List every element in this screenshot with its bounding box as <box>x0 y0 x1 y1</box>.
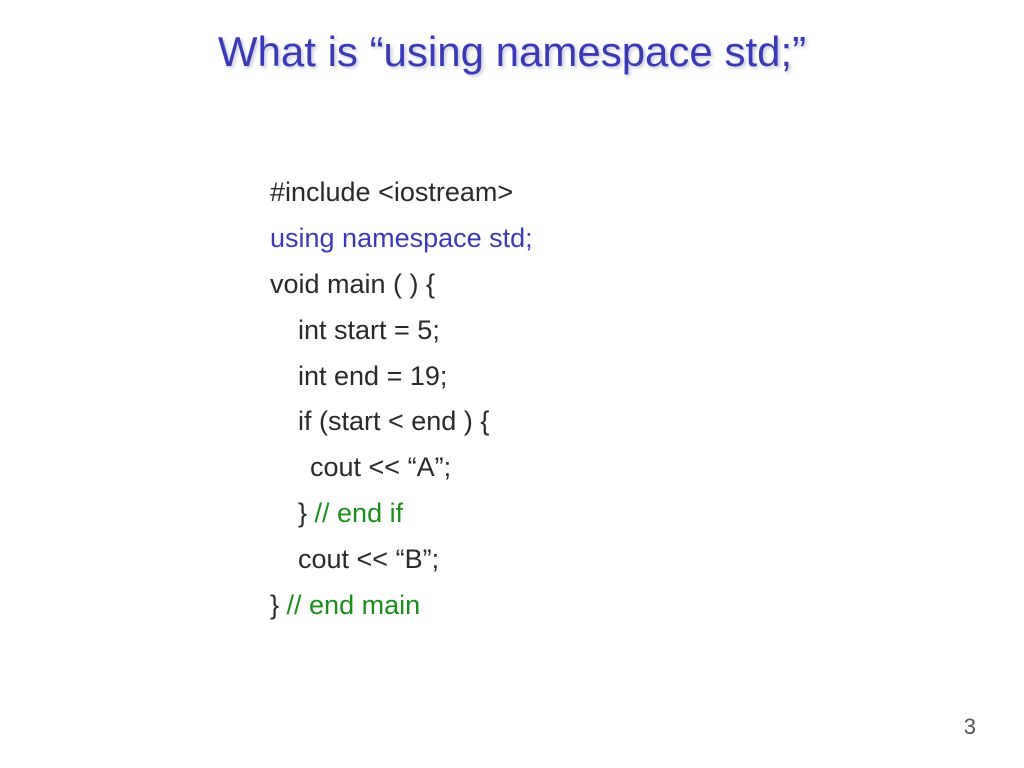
code-line-end-if: } // end if <box>270 491 533 537</box>
code-line-if: if (start < end ) { <box>270 399 533 445</box>
brace-close-main: } <box>270 590 287 620</box>
brace-close: } <box>298 498 315 528</box>
comment-end-if: // end if <box>315 498 404 528</box>
code-block: #include <iostream> using namespace std;… <box>270 170 533 629</box>
code-line-include: #include <iostream> <box>270 170 533 216</box>
code-line-cout-b: cout << “B”; <box>270 537 533 583</box>
page-number: 3 <box>964 714 976 740</box>
code-line-int-start: int start = 5; <box>270 308 533 354</box>
code-line-end-main: } // end main <box>270 583 533 629</box>
code-line-void-main: void main ( ) { <box>270 262 533 308</box>
code-line-cout-a: cout << “A”; <box>270 445 533 491</box>
code-line-int-end: int end = 19; <box>270 354 533 400</box>
slide-title: What is “using namespace std;” <box>0 0 1024 76</box>
code-line-using-namespace: using namespace std; <box>270 216 533 262</box>
comment-end-main: // end main <box>287 590 421 620</box>
